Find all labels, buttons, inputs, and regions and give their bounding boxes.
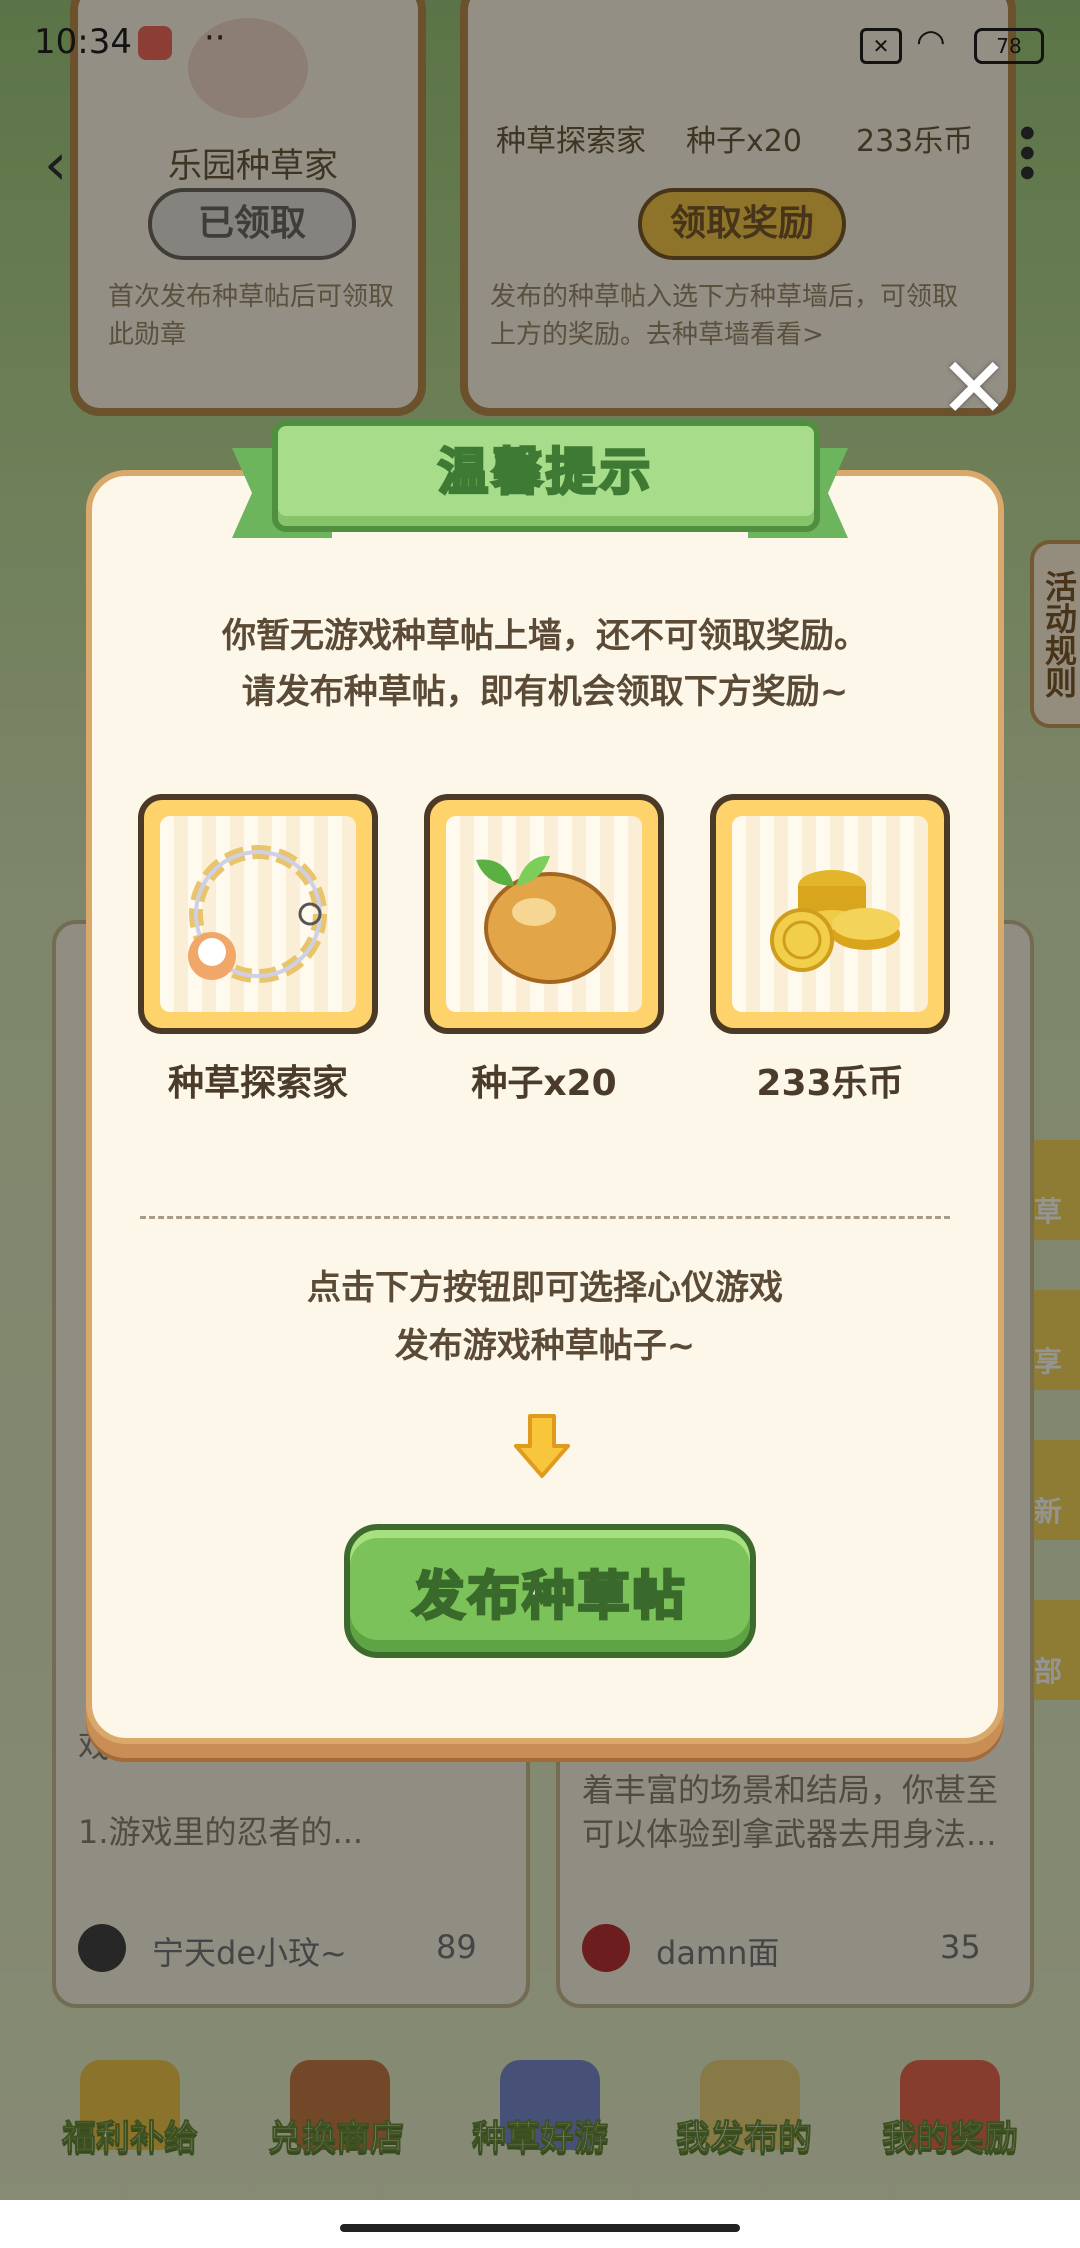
reward-frame — [424, 794, 664, 1034]
coins-icon — [770, 870, 900, 972]
reward-name: 233乐币 — [756, 1063, 904, 1104]
arrow-down-icon — [514, 1414, 570, 1478]
modal-title: 温馨提示 — [437, 442, 654, 503]
reward-inner — [160, 816, 356, 1012]
reward-name: 种草探索家 — [167, 1063, 348, 1104]
badge-wreath-icon — [188, 845, 327, 983]
reward-name: 种子x20 — [471, 1063, 617, 1104]
reward-frame — [138, 794, 378, 1034]
home-indicator[interactable] — [340, 2224, 740, 2232]
reward-inner — [732, 816, 928, 1012]
modal-hint-line-1: 点击下方按钮即可选择心仪游戏 — [307, 1268, 783, 1308]
reward-inner — [446, 816, 642, 1012]
publish-post-button-label: 发布种草帖 — [411, 1566, 688, 1629]
modal-title-ribbon: 温馨提示 — [232, 420, 848, 538]
seed-icon — [476, 855, 616, 984]
reward-frame — [710, 794, 950, 1034]
modal-message-line-1: 你暂无游戏种草帖上墙，还不可领取奖励。 — [222, 616, 868, 656]
close-icon[interactable]: ✕ — [938, 346, 1010, 430]
home-indicator-bar — [0, 2200, 1080, 2248]
publish-post-button[interactable]: 发布种草帖 — [344, 1524, 756, 1658]
modal-message-line-2: 请发布种草帖，即有机会领取下方奖励~ — [241, 672, 849, 712]
tip-modal: 你暂无游戏种草帖上墙，还不可领取奖励。 请发布种草帖，即有机会领取下方奖励~ 种… — [86, 470, 1004, 1744]
divider — [140, 1216, 950, 1219]
modal-hint-line-2: 发布游戏种草帖子~ — [394, 1326, 696, 1366]
